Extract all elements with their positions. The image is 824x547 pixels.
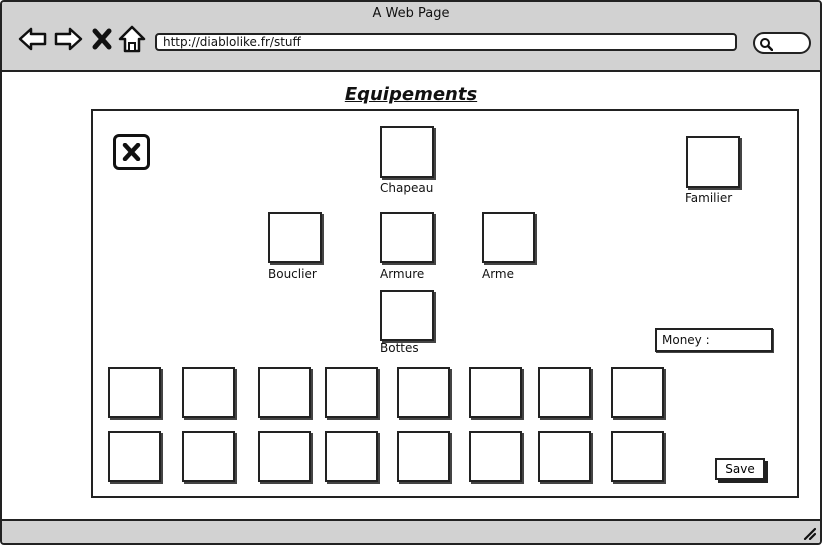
- search-button[interactable]: [753, 32, 811, 54]
- slot-bottes[interactable]: [380, 290, 434, 341]
- slot-arme[interactable]: [482, 212, 535, 263]
- slot-label-bouclier: Bouclier: [268, 267, 317, 281]
- inventory-slot[interactable]: [469, 431, 522, 482]
- browser-window: A Web Page http://diablolike.fr/stuff Eq…: [0, 0, 822, 545]
- slot-label-bottes: Bottes: [380, 341, 419, 355]
- close-panel-button[interactable]: [113, 134, 150, 170]
- title-bar: A Web Page: [2, 2, 820, 72]
- inventory-slot[interactable]: [397, 431, 450, 482]
- home-icon: [118, 25, 146, 53]
- inventory-slot[interactable]: [108, 367, 161, 418]
- inventory-slot[interactable]: [325, 431, 378, 482]
- status-bar: [2, 519, 820, 543]
- page-title: Equipements: [344, 84, 478, 105]
- slot-label-chapeau: Chapeau: [380, 181, 434, 195]
- inventory-slot[interactable]: [538, 431, 591, 482]
- slot-label-familier: Familier: [685, 191, 733, 205]
- url-input[interactable]: [155, 33, 737, 51]
- slot-label-armure: Armure: [380, 267, 425, 281]
- forward-arrow-icon: [54, 27, 83, 51]
- inventory-slot[interactable]: [469, 367, 522, 418]
- money-label: Money :: [662, 333, 710, 347]
- slot-familier[interactable]: [686, 136, 740, 188]
- back-button[interactable]: [18, 24, 48, 54]
- forward-button[interactable]: [53, 24, 83, 54]
- inventory-slot[interactable]: [182, 431, 235, 482]
- inventory-slot[interactable]: [108, 431, 161, 482]
- back-arrow-icon: [18, 27, 47, 51]
- window-title: A Web Page: [372, 6, 450, 21]
- slot-bouclier[interactable]: [268, 212, 322, 263]
- inventory-slot[interactable]: [611, 367, 664, 418]
- close-x-icon: [92, 28, 112, 50]
- inventory-slot[interactable]: [538, 367, 591, 418]
- slot-armure[interactable]: [380, 212, 434, 263]
- inventory-slot[interactable]: [397, 367, 450, 418]
- inventory-slot[interactable]: [325, 367, 378, 418]
- inventory-slot[interactable]: [611, 431, 664, 482]
- resize-grip-icon[interactable]: [802, 526, 816, 540]
- inventory-slot[interactable]: [258, 431, 311, 482]
- close-x-icon: [122, 143, 141, 161]
- inventory-slot[interactable]: [258, 367, 311, 418]
- home-button[interactable]: [118, 24, 146, 54]
- slot-label-arme: Arme: [482, 267, 515, 281]
- inventory-slot[interactable]: [182, 367, 235, 418]
- search-icon: [760, 38, 773, 51]
- slot-chapeau[interactable]: [380, 126, 434, 178]
- money-field[interactable]: Money :: [655, 328, 773, 352]
- save-button[interactable]: Save: [715, 458, 765, 480]
- stop-button[interactable]: [90, 24, 114, 54]
